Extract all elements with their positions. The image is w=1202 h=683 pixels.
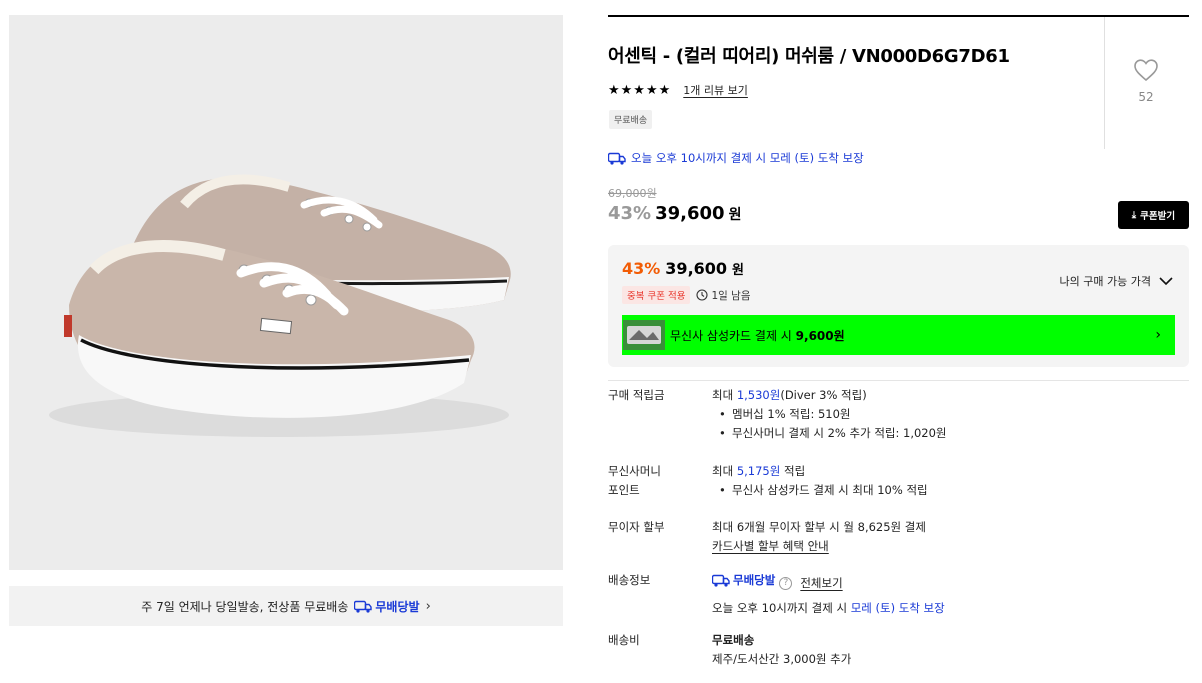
delivery-guarantee: 오늘 오후 10시까지 결제 시 모레 (토) 도착 보장 [608, 150, 864, 166]
chevron-right-icon: › [425, 598, 431, 614]
card-discount-bar[interactable]: 무신사 삼성카드 결제 시 9,600원 › [622, 315, 1175, 355]
card-discount-text: 무신사 삼성카드 결제 시 9,600원 [670, 327, 845, 344]
fast-delivery-label: 무배당발 [733, 573, 776, 587]
currency-unit: 원 [728, 207, 742, 223]
rating-row: ★★★★★ 1개 리뷰 보기 [608, 82, 748, 98]
points-suffix: (Diver 3% 적립) [780, 388, 867, 402]
shipping-fee-extra: 제주/도서산간 3,000원 추가 [712, 652, 852, 666]
sale-price-row: 43% 39,600 원 [608, 203, 741, 224]
money-suffix: 적립 [780, 464, 806, 478]
money-prefix: 최대 [712, 464, 737, 478]
like-count: 52 [1138, 90, 1154, 104]
shipping-info-body: 무배당발 ? 전체보기 오늘 오후 10시까지 결제 시 모레 (토) 도착 보장 [712, 571, 945, 618]
time-left-text: 1일 남음 [711, 289, 751, 302]
shoe-illustration [9, 15, 563, 570]
time-left: 1일 남음 [696, 288, 750, 303]
my-price-label: 나의 구매 가능 가격 [1059, 275, 1151, 288]
installment-line: 최대 6개월 무이자 할부 시 월 8,625원 결제 [712, 520, 926, 534]
card-discount-amount: 9,600원 [795, 328, 845, 343]
money-label-line2: 포인트 [608, 483, 640, 497]
chevron-down-icon [1159, 276, 1173, 285]
original-price: 69,000원 [608, 187, 657, 200]
money-bullet: 무신사 삼성카드 결제 시 최대 10% 적립 [712, 481, 928, 500]
product-image[interactable] [9, 15, 563, 570]
delivery-guarantee-text: 오늘 오후 10시까지 결제 시 모레 (토) 도착 보장 [631, 151, 864, 165]
best-price-value: 39,600 [665, 259, 728, 278]
points-prefix: 최대 [712, 388, 737, 402]
like-button[interactable]: 52 [1118, 58, 1174, 110]
rating-stars-icon: ★★★★★ [608, 82, 672, 98]
best-price-meta: 중복 쿠폰 적용 1일 남음 [622, 286, 750, 304]
like-divider [1104, 17, 1105, 149]
shipping-fee-body: 무료배송 제주/도서산간 3,000원 추가 [712, 631, 851, 669]
sale-price: 39,600 [655, 203, 725, 224]
product-title: 어센틱 - (컬러 띠어리) 머쉬룸 / VN000D6G7D61 [608, 46, 1010, 67]
installment-link[interactable]: 카드사별 할부 혜택 안내 [712, 537, 926, 556]
heart-icon [1134, 59, 1158, 82]
chevron-right-icon: › [1155, 327, 1161, 343]
coupon-button-label: 쿠폰받기 [1140, 211, 1176, 222]
best-price-unit: 원 [732, 263, 745, 278]
points-label: 구매 적립금 [608, 388, 665, 402]
review-link[interactable]: 1개 리뷰 보기 [683, 82, 748, 98]
shipping-eta-date: 모레 (토) 도착 보장 [850, 601, 945, 615]
shipping-eta-line: 오늘 오후 10시까지 결제 시 모레 (토) 도착 보장 [712, 599, 945, 618]
free-shipping-tag: 무료배송 [609, 110, 653, 129]
shipping-promo-banner[interactable]: 주 7일 언제나 당일발송, 전상품 무료배송 무배당발 › [9, 586, 563, 626]
card-discount-prefix: 무신사 삼성카드 결제 시 [670, 328, 796, 343]
clock-icon [696, 289, 709, 301]
info-divider [608, 380, 1189, 381]
view-all-link[interactable]: 전체보기 [800, 576, 842, 590]
duplicate-coupon-badge: 중복 쿠폰 적용 [622, 286, 691, 304]
shipping-info-label: 배송정보 [608, 573, 651, 587]
shipping-fee-free: 무료배송 [712, 633, 755, 647]
top-divider [608, 15, 1189, 17]
shipping-promo-text: 주 7일 언제나 당일발송, 전상품 무료배송 [141, 599, 349, 614]
points-bullet: 멤버십 1% 적립: 510원 [712, 405, 947, 424]
delivery-truck-icon [354, 600, 373, 613]
shipping-info-row: 무배당발 ? 전체보기 [712, 571, 945, 593]
card-thumbnail [623, 320, 665, 350]
delivery-truck-icon [608, 152, 626, 165]
installment-body: 최대 6개월 무이자 할부 시 월 8,625원 결제 카드사별 할부 혜택 안… [712, 518, 926, 556]
coupon-download-button[interactable]: ⤓ 쿠폰받기 [1118, 201, 1189, 229]
shipping-fee-label: 배송비 [608, 633, 640, 647]
fast-delivery-badge: 무배당발 [712, 571, 775, 590]
fast-delivery-label: 무배당발 [375, 599, 420, 614]
shipping-eta-prefix: 오늘 오후 10시까지 결제 시 [712, 601, 851, 615]
points-bullet: 무신사머니 결제 시 2% 추가 적립: 1,020원 [712, 424, 947, 443]
money-label-line1: 무신사머니 [608, 464, 661, 478]
points-body: 최대 1,530원(Diver 3% 적립) 멤버십 1% 적립: 510원 무… [712, 386, 947, 443]
money-body: 최대 5,175원 적립 무신사 삼성카드 결제 시 최대 10% 적립 [712, 462, 928, 500]
points-main-line: 최대 1,530원(Diver 3% 적립) [712, 386, 947, 405]
delivery-truck-icon [712, 574, 730, 587]
money-main-line: 최대 5,175원 적립 [712, 462, 928, 481]
money-label: 무신사머니 포인트 [608, 462, 661, 500]
fast-delivery-badge: 무배당발 [354, 598, 420, 615]
help-icon[interactable]: ? [779, 577, 793, 590]
my-price-toggle[interactable]: 나의 구매 가능 가격 [1060, 273, 1173, 289]
money-amount: 5,175원 [736, 464, 781, 478]
best-price-box: 43% 39,600 원 중복 쿠폰 적용 1일 남음 나의 구매 가능 가격 무… [608, 245, 1189, 367]
discount-percent: 43% [608, 203, 652, 224]
installment-label: 무이자 할부 [608, 520, 665, 534]
download-icon: ⤓ [1131, 209, 1137, 221]
points-amount: 1,530원 [736, 388, 781, 402]
best-price: 43% 39,600 원 [622, 259, 744, 278]
best-discount-percent: 43% [622, 259, 661, 278]
